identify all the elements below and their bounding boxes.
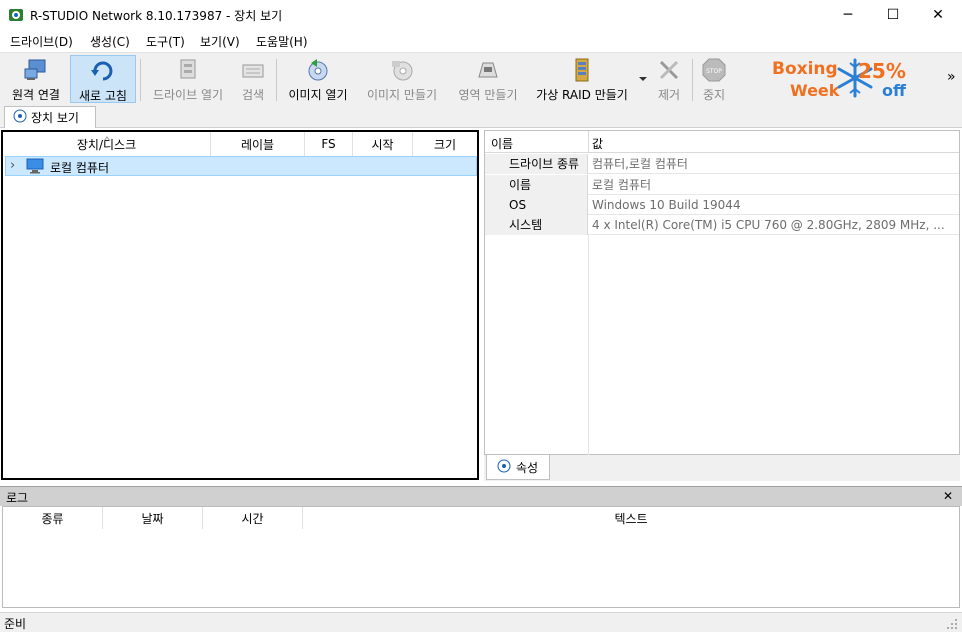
device-tree-panel: 장치/디스크 레이블 FS 시작 크기 › 로컬 컴퓨터 bbox=[1, 130, 479, 480]
menu-drive[interactable]: 드라이브(D) bbox=[10, 33, 73, 50]
remove-button[interactable]: 제거 bbox=[652, 55, 686, 103]
menu-tools[interactable]: 도구(T) bbox=[146, 33, 185, 50]
refresh-icon bbox=[90, 58, 116, 84]
sort-arrow-icon bbox=[103, 131, 111, 142]
tab-device-view-label: 장치 보기 bbox=[31, 111, 79, 125]
tab-device-view[interactable]: 장치 보기 bbox=[4, 106, 96, 128]
status-text: 준비 bbox=[4, 617, 27, 631]
property-value: Windows 10 Build 19044 bbox=[592, 198, 741, 212]
remove-label: 제거 bbox=[657, 88, 681, 102]
property-name: 시스템 bbox=[485, 215, 588, 235]
property-name: OS bbox=[485, 195, 588, 215]
computer-icon bbox=[26, 158, 44, 174]
properties-header-value: 값 bbox=[592, 137, 604, 151]
menu-view[interactable]: 보기(V) bbox=[200, 33, 240, 50]
create-raid-label: 가상 RAID 만들기 bbox=[536, 88, 628, 102]
column-header-label[interactable]: 레이블 bbox=[211, 132, 305, 156]
promo-percent: 25% bbox=[858, 59, 906, 83]
property-value: 4 x Intel(R) Core(TM) i5 CPU 760 @ 2.80G… bbox=[592, 218, 945, 232]
open-image-label: 이미지 열기 bbox=[288, 88, 348, 102]
tree-row-label: 로컬 컴퓨터 bbox=[50, 161, 110, 175]
log-header: 로그 ✕ bbox=[0, 486, 962, 506]
property-value: 로컬 컴퓨터 bbox=[592, 178, 652, 192]
window-title: R-STUDIO Network 8.10.173987 - 장치 보기 bbox=[30, 9, 283, 23]
create-region-button[interactable]: 영역 만들기 bbox=[452, 55, 524, 103]
properties-tab-strip bbox=[484, 455, 960, 481]
create-raid-button[interactable]: 가상 RAID 만들기 bbox=[530, 55, 634, 103]
log-title: 로그 bbox=[6, 491, 29, 505]
menu-create[interactable]: 생성(C) bbox=[90, 33, 130, 50]
create-image-label: 이미지 만들기 bbox=[366, 88, 438, 102]
network-computer-icon bbox=[23, 57, 49, 83]
open-drive-label: 드라이브 열기 bbox=[152, 88, 224, 102]
raid-dropdown-arrow-icon[interactable] bbox=[638, 73, 648, 83]
remote-connect-label: 원격 연결 bbox=[12, 88, 60, 102]
tree-row-local-computer[interactable]: › 로컬 컴퓨터 bbox=[5, 156, 477, 176]
properties-header: 이름 값 bbox=[485, 131, 959, 153]
log-column-text[interactable]: 텍스트 bbox=[303, 507, 959, 529]
close-button[interactable]: ✕ bbox=[915, 0, 961, 30]
log-column-type[interactable]: 종류 bbox=[3, 507, 103, 529]
stop-icon: STOP bbox=[701, 57, 727, 83]
column-header-start[interactable]: 시작 bbox=[353, 132, 413, 156]
expand-chevron-icon[interactable]: › bbox=[10, 158, 15, 173]
log-panel: 종류 날짜 시간 텍스트 bbox=[2, 506, 960, 608]
resize-grip-icon[interactable] bbox=[946, 618, 958, 630]
tab-properties-label: 속성 bbox=[516, 460, 539, 475]
properties-header-name: 이름 bbox=[491, 137, 514, 151]
property-row[interactable]: 드라이브 종류 컴퓨터,로컬 컴퓨터 bbox=[485, 154, 959, 174]
menu-help[interactable]: 도움말(H) bbox=[256, 33, 308, 50]
device-view-icon bbox=[13, 109, 27, 126]
create-region-label: 영역 만들기 bbox=[458, 88, 518, 102]
property-value: 컴퓨터,로컬 컴퓨터 bbox=[592, 157, 688, 171]
refresh-label: 새로 고침 bbox=[79, 89, 127, 103]
maximize-button[interactable]: ☐ bbox=[870, 0, 916, 30]
create-image-icon bbox=[389, 57, 415, 83]
create-image-button[interactable]: 이미지 만들기 bbox=[360, 55, 444, 103]
search-label: 검색 bbox=[241, 88, 265, 102]
log-close-button[interactable]: ✕ bbox=[943, 489, 953, 503]
open-image-button[interactable]: 이미지 열기 bbox=[282, 55, 354, 103]
toolbar: 원격 연결 새로 고침 드라이브 열기 검색 이미지 열기 이미지 만들기 영역… bbox=[0, 52, 962, 104]
refresh-button[interactable]: 새로 고침 bbox=[70, 55, 136, 103]
property-name: 드라이브 종류 bbox=[485, 154, 588, 174]
properties-panel: 이름 값 드라이브 종류 컴퓨터,로컬 컴퓨터 이름 로컬 컴퓨터 OS Win… bbox=[484, 130, 960, 455]
toolbar-overflow-button[interactable]: » bbox=[947, 69, 956, 85]
status-bar: 준비 bbox=[0, 612, 962, 632]
tab-properties[interactable]: 속성 bbox=[486, 455, 550, 480]
properties-icon bbox=[497, 459, 511, 476]
remove-icon bbox=[656, 57, 682, 83]
property-row[interactable]: 이름 로컬 컴퓨터 bbox=[485, 175, 959, 195]
property-row[interactable]: 시스템 4 x Intel(R) Core(TM) i5 CPU 760 @ 2… bbox=[485, 215, 959, 235]
promo-off: off bbox=[882, 81, 906, 100]
raid-icon bbox=[569, 57, 595, 83]
property-row[interactable]: OS Windows 10 Build 19044 bbox=[485, 195, 959, 215]
promo-banner[interactable]: Boxing Week 25% off bbox=[770, 57, 910, 101]
log-column-time[interactable]: 시간 bbox=[203, 507, 303, 529]
view-tab-strip bbox=[0, 104, 962, 128]
search-icon bbox=[240, 57, 266, 83]
promo-line1: Boxing bbox=[772, 59, 838, 79]
log-column-date[interactable]: 날짜 bbox=[103, 507, 203, 529]
app-icon bbox=[8, 7, 24, 23]
folder-drive-icon bbox=[175, 57, 201, 83]
create-region-icon bbox=[475, 57, 501, 83]
column-header-fs[interactable]: FS bbox=[305, 132, 353, 156]
menu-bar: 드라이브(D) 생성(C) 도구(T) 보기(V) 도움말(H) bbox=[0, 30, 962, 52]
promo-line2: Week bbox=[790, 81, 840, 100]
title-bar: R-STUDIO Network 8.10.173987 - 장치 보기 ─ ☐… bbox=[0, 0, 962, 30]
column-header-size[interactable]: 크기 bbox=[413, 132, 477, 156]
search-button[interactable]: 검색 bbox=[234, 55, 272, 103]
stop-button[interactable]: STOP 중지 bbox=[698, 55, 730, 103]
remote-connect-button[interactable]: 원격 연결 bbox=[4, 55, 68, 103]
svg-text:STOP: STOP bbox=[706, 68, 722, 75]
open-image-icon bbox=[305, 57, 331, 83]
stop-label: 중지 bbox=[702, 88, 726, 102]
minimize-button[interactable]: ─ bbox=[825, 0, 871, 30]
property-name: 이름 bbox=[485, 175, 588, 195]
open-drive-button[interactable]: 드라이브 열기 bbox=[146, 55, 230, 103]
